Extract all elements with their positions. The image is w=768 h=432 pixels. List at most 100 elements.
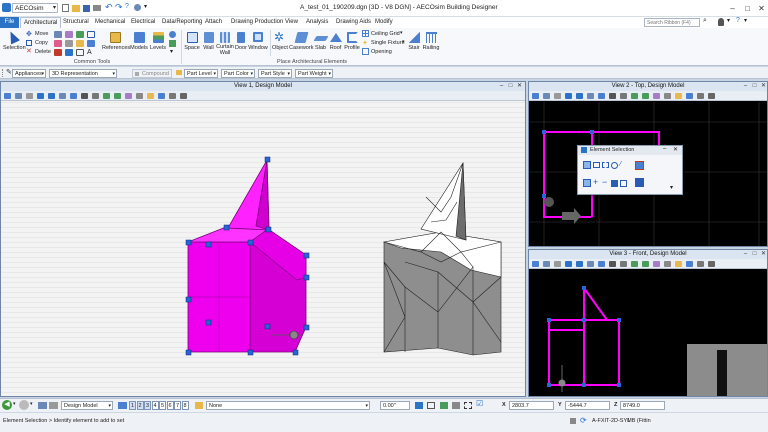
- window-area-icon[interactable]: [587, 261, 594, 267]
- level-display-icon[interactable]: [675, 93, 682, 99]
- models-icon[interactable]: [38, 402, 47, 409]
- wall-button[interactable]: Wall: [201, 30, 216, 56]
- model-list-icon[interactable]: [49, 402, 58, 409]
- circle-selection-icon[interactable]: [611, 162, 618, 169]
- minimize-button[interactable]: –: [727, 3, 738, 14]
- tab-analysis[interactable]: Analysis: [306, 17, 328, 28]
- fence-icon[interactable]: [87, 31, 95, 38]
- chevron-down-icon[interactable]: ▾: [170, 48, 173, 55]
- view-number-button[interactable]: 7: [174, 401, 181, 410]
- pan-icon[interactable]: [620, 93, 627, 99]
- measure-icon[interactable]: [65, 31, 73, 38]
- object-button[interactable]: ✲ Object: [271, 30, 289, 56]
- attributes-icon[interactable]: [76, 31, 84, 38]
- railing-button[interactable]: Railing: [422, 30, 440, 56]
- zoom-out-icon[interactable]: [48, 93, 55, 99]
- chevron-down-icon[interactable]: ▾: [670, 184, 673, 191]
- x-coordinate-field[interactable]: 2803.7: [509, 401, 554, 410]
- tag-icon[interactable]: [65, 49, 73, 56]
- clip-volume-icon[interactable]: [653, 93, 660, 99]
- zoom-out-icon[interactable]: [576, 261, 583, 267]
- fence-icon[interactable]: [708, 261, 715, 267]
- subtract-icon[interactable]: −: [602, 177, 607, 187]
- fit-view-icon[interactable]: [598, 93, 605, 99]
- pan-icon[interactable]: [620, 261, 627, 267]
- new-icon[interactable]: [62, 4, 69, 12]
- profile-button[interactable]: Profile: [343, 30, 361, 56]
- view-groups-icon[interactable]: [118, 402, 127, 409]
- add-icon[interactable]: +: [593, 177, 598, 187]
- close-icon[interactable]: ✕: [673, 146, 678, 153]
- properties-icon[interactable]: [87, 40, 95, 47]
- render-icon[interactable]: [686, 261, 693, 267]
- levels-button[interactable]: Levels: [149, 30, 167, 56]
- block-selection-icon[interactable]: [593, 162, 600, 168]
- render-icon[interactable]: [158, 93, 165, 99]
- fence-icon[interactable]: [180, 93, 187, 99]
- single-fixture-button[interactable]: ✦ Single Fixture ▾: [362, 39, 406, 47]
- maximize-view-icon[interactable]: □: [751, 83, 758, 90]
- fence-icon[interactable]: [708, 93, 715, 99]
- zoom-in-icon[interactable]: [37, 93, 44, 99]
- accudraw-icon[interactable]: [440, 402, 448, 409]
- previous-view-icon[interactable]: [103, 93, 110, 99]
- tab-electrical[interactable]: Electrical: [131, 17, 155, 28]
- tab-attach[interactable]: Attach: [205, 17, 222, 28]
- search-ribbon-input[interactable]: Search Ribbon (F4): [644, 18, 700, 27]
- part-color-combo[interactable]: Part Color ▾: [221, 68, 255, 78]
- ceiling-grid-button[interactable]: Ceiling Grid ▾: [362, 30, 404, 38]
- close-view-icon[interactable]: ✕: [760, 251, 767, 258]
- print-icon[interactable]: [93, 5, 101, 11]
- tab-drawing-production[interactable]: Drawing Production: [231, 17, 283, 28]
- view-attributes-icon[interactable]: [532, 261, 539, 267]
- part-level-combo[interactable]: Part Level ▾: [184, 68, 218, 78]
- invert-icon[interactable]: [611, 180, 618, 187]
- display-style-icon[interactable]: [543, 93, 550, 99]
- previous-view-icon[interactable]: [631, 93, 638, 99]
- fence-icon[interactable]: [464, 402, 472, 409]
- models-button[interactable]: Models: [129, 30, 149, 56]
- fit-view-icon[interactable]: [598, 261, 605, 267]
- minimize-view-icon[interactable]: –: [498, 83, 505, 90]
- individual-selection-icon[interactable]: [583, 161, 591, 169]
- view-number-button[interactable]: 8: [181, 401, 189, 410]
- tab-modify[interactable]: Modify: [375, 17, 393, 28]
- new-selection-icon[interactable]: [583, 179, 591, 187]
- open-icon[interactable]: [72, 5, 80, 12]
- view-number-button[interactable]: 1: [129, 401, 136, 410]
- line-style-icon[interactable]: [65, 40, 73, 47]
- move-button[interactable]: ✥ Move: [26, 30, 50, 38]
- chevron-down-icon[interactable]: ▾: [13, 401, 16, 407]
- rotate-icon[interactable]: [609, 93, 616, 99]
- undo-icon[interactable]: [54, 49, 62, 56]
- selection-button[interactable]: Selection: [3, 29, 26, 56]
- view-number-button[interactable]: 2: [136, 401, 144, 410]
- clip-volume-icon[interactable]: [653, 261, 660, 267]
- tab-data-reporting[interactable]: Data/Reporting: [162, 17, 202, 28]
- compound-toggle[interactable]: Compound: [132, 68, 172, 78]
- casework-button[interactable]: Casework: [289, 30, 313, 56]
- clear-icon[interactable]: [620, 180, 627, 187]
- view-number-button[interactable]: 6: [166, 401, 174, 410]
- level-display-icon[interactable]: [147, 93, 154, 99]
- window-button[interactable]: Window: [248, 30, 268, 56]
- update-icon[interactable]: [554, 261, 561, 267]
- rotate-icon[interactable]: [81, 93, 88, 99]
- camera-icon[interactable]: [136, 93, 143, 99]
- display-style-icon[interactable]: [543, 261, 550, 267]
- zoom-in-icon[interactable]: [565, 93, 572, 99]
- part-weight-combo[interactable]: Part Weight ▾: [295, 68, 333, 78]
- view-3[interactable]: View 3 - Front, Design Model – □ ✕: [528, 249, 768, 397]
- chevron-down-icon[interactable]: ▾: [727, 17, 730, 24]
- view-attributes-icon[interactable]: [532, 93, 539, 99]
- active-level-icon[interactable]: [195, 402, 203, 409]
- view-1[interactable]: View 1, Design Model – □ ✕: [0, 81, 526, 397]
- delete-button[interactable]: ✕ Delete: [26, 48, 52, 56]
- line-selection-icon[interactable]: ⁄: [620, 161, 621, 168]
- door-button[interactable]: Door: [234, 30, 248, 56]
- save-icon[interactable]: [83, 5, 90, 12]
- display-style-icon[interactable]: [15, 93, 22, 99]
- help-icon[interactable]: ?: [125, 3, 129, 10]
- close-view-icon[interactable]: ✕: [760, 83, 767, 90]
- view-number-button[interactable]: 5: [159, 401, 166, 410]
